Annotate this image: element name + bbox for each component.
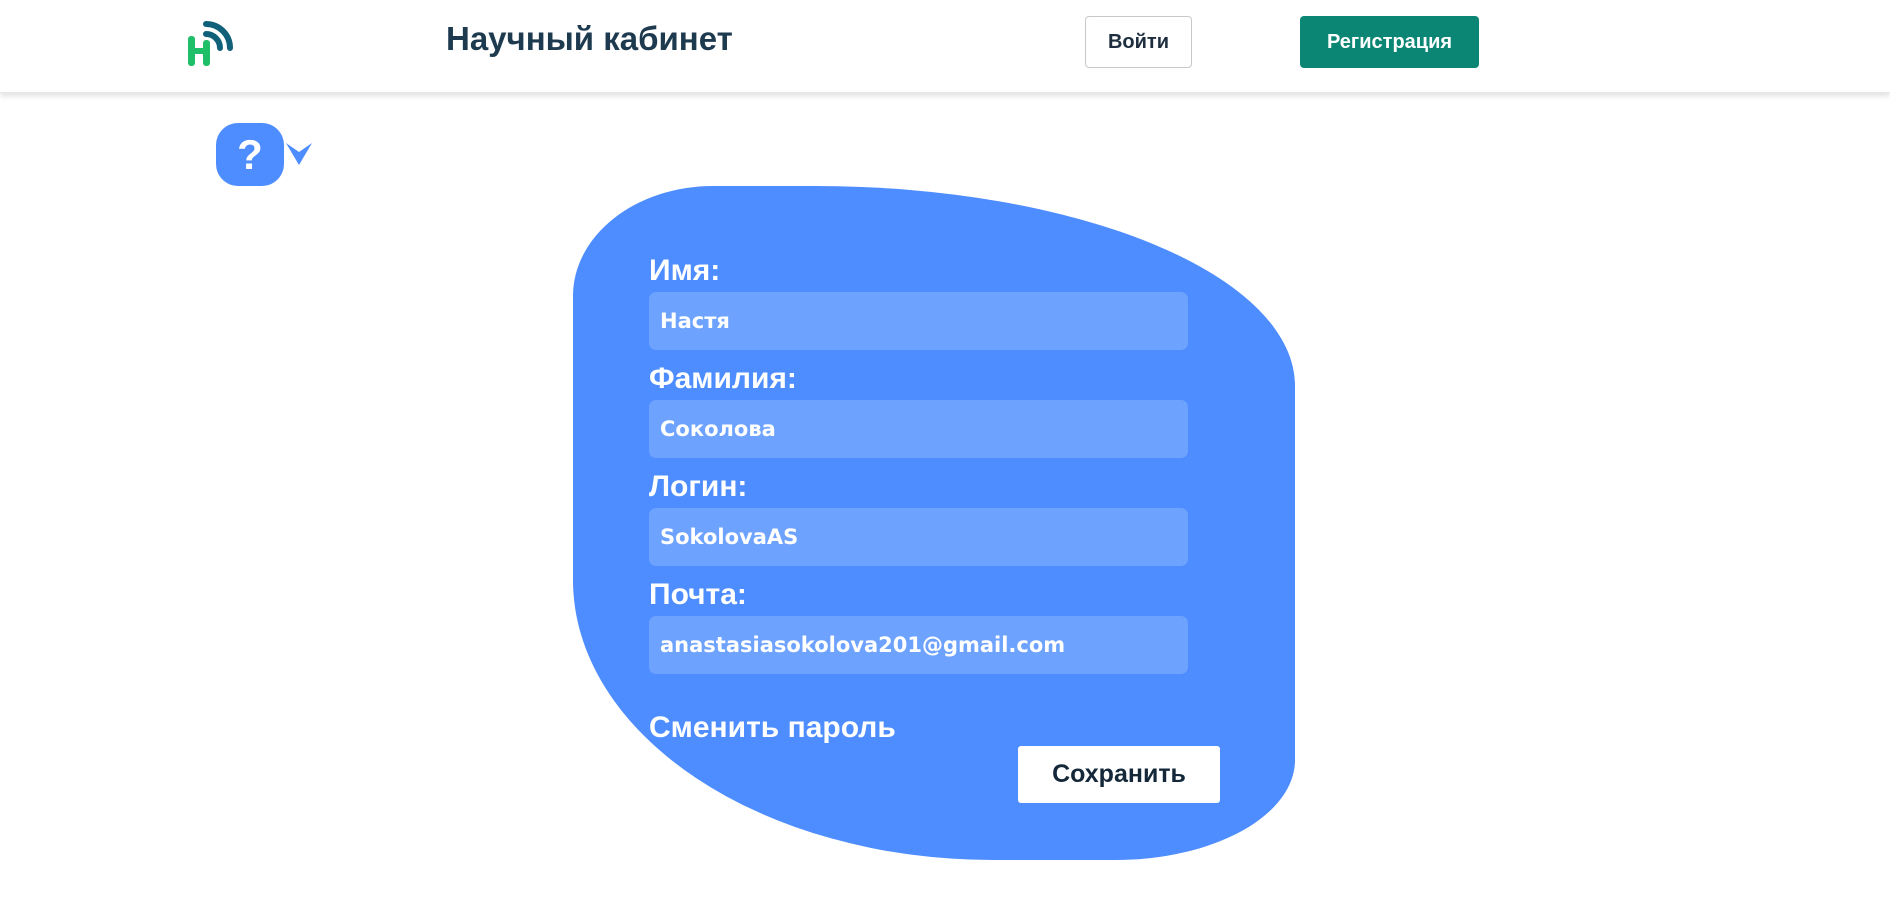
save-button[interactable]: Сохранить bbox=[1018, 746, 1220, 803]
login-button[interactable]: Войти bbox=[1085, 16, 1192, 68]
question-icon[interactable]: ? bbox=[216, 123, 284, 186]
email-field[interactable] bbox=[649, 616, 1188, 674]
top-navbar: Научный кабинет Войти Регистрация bbox=[0, 0, 1890, 93]
last-name-field[interactable] bbox=[649, 400, 1188, 458]
login-field[interactable] bbox=[649, 508, 1188, 566]
change-password-link[interactable]: Сменить пароль bbox=[649, 711, 896, 745]
app-title: Научный кабинет bbox=[446, 20, 733, 57]
signal-h-logo-icon[interactable] bbox=[186, 18, 236, 68]
chevron-down-icon[interactable] bbox=[284, 139, 314, 169]
first-name-field[interactable] bbox=[649, 292, 1188, 350]
help-menu[interactable]: ? bbox=[216, 123, 316, 188]
last-name-label: Фамилия: bbox=[649, 362, 797, 395]
register-button[interactable]: Регистрация bbox=[1300, 16, 1479, 68]
first-name-label: Имя: bbox=[649, 254, 721, 287]
login-label: Логин: bbox=[649, 470, 748, 503]
profile-card: Имя: Фамилия: Логин: Почта: Сменить паро… bbox=[573, 186, 1295, 860]
email-label: Почта: bbox=[649, 578, 747, 611]
